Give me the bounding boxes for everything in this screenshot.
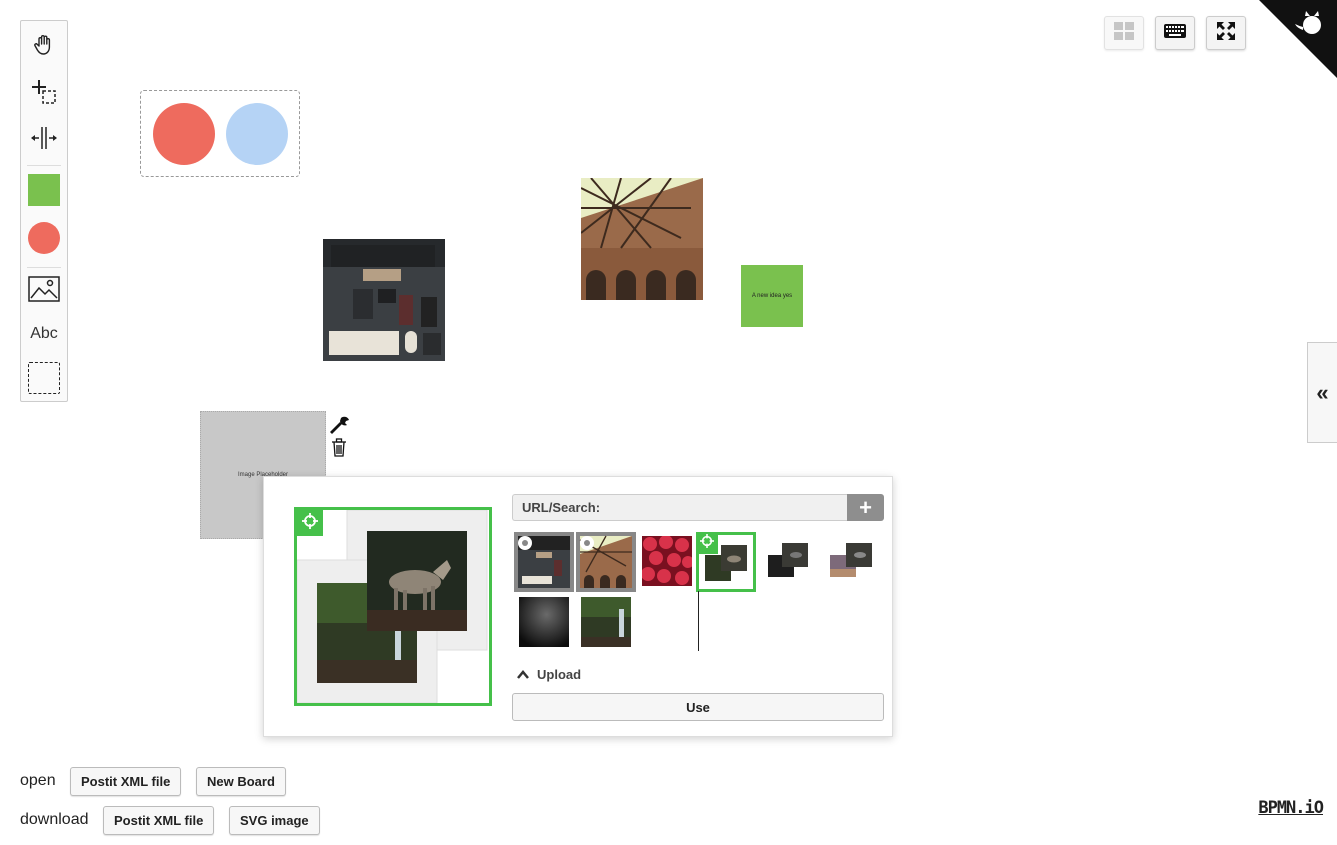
drop-indicator — [698, 591, 699, 651]
hand-icon — [31, 32, 57, 63]
fullscreen-button[interactable] — [1206, 16, 1246, 50]
keyboard-button[interactable] — [1155, 16, 1195, 50]
red-circle-shape[interactable] — [153, 103, 215, 165]
hand-tool[interactable] — [21, 33, 67, 61]
svg-image-label: SVG image — [240, 813, 309, 828]
lasso-icon — [30, 78, 58, 111]
use-button-label: Use — [686, 699, 710, 715]
trash-icon — [331, 438, 347, 462]
open-postit-button[interactable]: Postit XML file — [70, 767, 182, 796]
image-preview — [294, 507, 492, 706]
thumbnail-strawberries[interactable] — [641, 535, 694, 586]
create-image[interactable] — [21, 275, 67, 307]
open-label: open — [20, 772, 56, 789]
crosshair-icon — [700, 533, 714, 553]
focus-badge — [696, 532, 718, 554]
add-url-button[interactable]: + — [847, 494, 884, 521]
red-circle-icon — [28, 222, 60, 254]
sticky-note-text: A new idea yes — [751, 293, 793, 299]
text-icon: Abc — [30, 325, 58, 342]
keyboard-icon — [1164, 23, 1186, 43]
blue-circle-shape[interactable] — [226, 103, 288, 165]
palette-separator — [27, 267, 61, 268]
thumbnail-badge — [580, 536, 594, 550]
focus-badge — [297, 510, 323, 536]
desk-image[interactable] — [323, 239, 445, 361]
grid-button[interactable] — [1104, 16, 1144, 50]
delete-tool[interactable] — [331, 438, 347, 458]
upload-label: Upload — [537, 667, 582, 682]
edit-tool[interactable] — [328, 414, 350, 434]
chevron-up-icon — [517, 667, 529, 682]
create-group[interactable] — [21, 361, 67, 395]
download-postit-label: Postit XML file — [114, 813, 204, 828]
bpmn-io-logo[interactable]: BPMN.iO — [1258, 798, 1324, 818]
dashed-frame-icon — [28, 362, 60, 394]
thumbnail-wolf-road[interactable] — [828, 541, 874, 581]
image-picker-dialog: URL/Search: + Upload Use — [263, 476, 893, 737]
thumbnail-bridge[interactable] — [576, 532, 636, 592]
bridge-image[interactable] — [581, 178, 703, 300]
create-sticky[interactable] — [21, 173, 67, 207]
space-icon — [29, 125, 59, 156]
thumbnail-wolf-waterfall[interactable] — [696, 532, 756, 592]
use-button[interactable]: Use — [512, 693, 884, 721]
new-board-button[interactable]: New Board — [196, 767, 286, 796]
thumbnail-dark[interactable] — [519, 597, 569, 647]
url-search-field[interactable]: URL/Search: — [512, 494, 848, 521]
new-board-label: New Board — [207, 774, 275, 789]
url-search-label: URL/Search: — [522, 500, 601, 515]
palette-separator — [27, 165, 61, 166]
space-tool[interactable] — [21, 125, 67, 155]
thumbnail-wolf-dark[interactable] — [766, 541, 812, 581]
plus-icon: + — [859, 494, 872, 520]
sticky-note[interactable]: A new idea yes — [741, 265, 803, 327]
fullscreen-icon — [1217, 21, 1235, 45]
double-chevron-left-icon: « — [1316, 379, 1329, 405]
svg-image-button[interactable]: SVG image — [229, 806, 320, 835]
image-icon — [28, 275, 60, 307]
open-postit-label: Postit XML file — [81, 774, 171, 789]
palette: Abc — [20, 20, 68, 402]
github-corner[interactable] — [1259, 0, 1337, 78]
download-postit-button[interactable]: Postit XML file — [103, 806, 215, 835]
lasso-tool[interactable] — [21, 79, 67, 109]
thumbnail-desk[interactable] — [514, 532, 574, 592]
properties-panel-toggle[interactable]: « — [1307, 342, 1337, 443]
crosshair-icon — [302, 512, 318, 534]
thumbnail-badge — [518, 536, 532, 550]
wrench-icon — [328, 416, 350, 438]
create-circle[interactable] — [21, 221, 67, 255]
thumbnail-waterfall[interactable] — [581, 597, 631, 647]
upload-toggle[interactable]: Upload — [517, 667, 581, 682]
grid-icon — [1114, 21, 1134, 45]
green-square-icon — [28, 174, 60, 206]
create-text[interactable]: Abc — [21, 321, 67, 347]
download-label: download — [20, 811, 89, 828]
